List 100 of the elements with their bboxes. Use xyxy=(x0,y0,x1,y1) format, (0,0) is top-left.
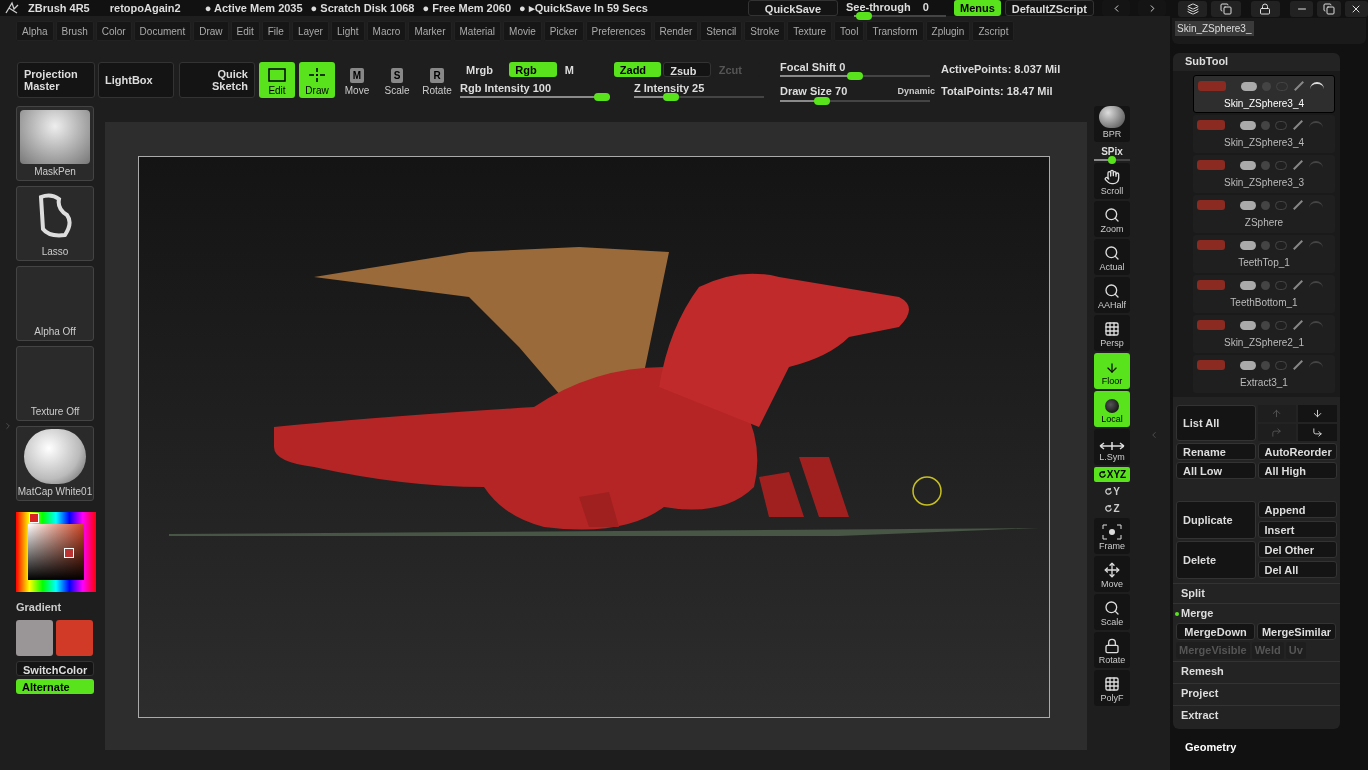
palette-tile[interactable]: Lasso xyxy=(16,186,94,261)
solo-toggle-icon[interactable] xyxy=(1261,200,1270,210)
palette-tile[interactable]: MaskPen xyxy=(16,106,94,181)
menus-button[interactable]: Menus xyxy=(953,0,1001,16)
merge-section[interactable]: Merge xyxy=(1181,605,1214,622)
menu-item[interactable]: Picker xyxy=(543,21,584,41)
close-button[interactable] xyxy=(1344,1,1368,17)
merge-option-button[interactable]: MergeDown xyxy=(1176,623,1255,640)
menu-item[interactable]: Document xyxy=(133,21,192,41)
polygroup-toggle-icon[interactable] xyxy=(1240,360,1256,370)
del-all-button[interactable]: Del All xyxy=(1257,561,1337,578)
menu-item[interactable]: Color xyxy=(95,21,132,41)
menu-item[interactable]: Stroke xyxy=(744,21,786,41)
mode-button[interactable]: Draw xyxy=(299,62,335,98)
shelf-button[interactable]: BPR xyxy=(1094,106,1130,142)
brush-toggle-icon[interactable] xyxy=(1293,200,1303,210)
color-picker[interactable] xyxy=(16,512,96,592)
rgb-intensity-slider-thumb[interactable] xyxy=(594,93,610,102)
list-all-button[interactable]: List All xyxy=(1176,405,1256,441)
insert-button[interactable]: Insert xyxy=(1257,521,1337,538)
solo-toggle-icon[interactable] xyxy=(1261,320,1270,330)
all-high-button[interactable]: All High xyxy=(1257,462,1337,479)
brush-toggle-icon[interactable] xyxy=(1293,280,1303,290)
color-mode-button[interactable]: M xyxy=(558,61,607,77)
brush-toggle-icon[interactable] xyxy=(1293,120,1303,130)
subtool-item[interactable]: Skin_ZSphere3_3 xyxy=(1193,155,1335,193)
z-intensity-slider-thumb[interactable] xyxy=(662,93,679,102)
brush-toggle-icon[interactable] xyxy=(1293,320,1303,330)
append-button[interactable]: Append xyxy=(1257,501,1337,518)
shelf-button[interactable]: Local xyxy=(1094,391,1130,427)
tool-prev-button[interactable] xyxy=(1178,1,1208,17)
color-mode-button[interactable]: Rgb xyxy=(509,61,557,77)
menu-item[interactable]: Stencil xyxy=(700,21,743,41)
focal-shift-slider-thumb[interactable] xyxy=(847,72,863,80)
polygroup-toggle-icon[interactable] xyxy=(1240,200,1256,210)
polygroup-toggle-icon[interactable] xyxy=(1241,81,1257,91)
polygroup-toggle-icon[interactable] xyxy=(1240,240,1256,250)
subtool-item[interactable]: ZSphere xyxy=(1193,195,1335,233)
alternate-button[interactable]: Alternate xyxy=(16,679,94,694)
menu-item[interactable]: Alpha xyxy=(16,21,54,41)
menu-item[interactable]: Light xyxy=(330,21,365,41)
menu-item[interactable]: Render xyxy=(653,21,699,41)
shelf-button[interactable]: Floor xyxy=(1094,353,1130,389)
subtool-section[interactable]: Remesh xyxy=(1173,661,1340,681)
shelf-button[interactable]: Scale xyxy=(1094,594,1130,630)
brush-toggle-icon[interactable] xyxy=(1293,240,1303,250)
subtool-item[interactable]: Skin_ZSphere3_4 xyxy=(1193,115,1335,153)
menu-item[interactable]: Tool xyxy=(834,21,865,41)
geometry-section[interactable]: Geometry xyxy=(1185,739,1237,756)
polygroup-toggle-icon[interactable] xyxy=(1240,320,1256,330)
shelf-button[interactable]: Rotate xyxy=(1094,632,1130,668)
hue-marker[interactable] xyxy=(29,513,39,523)
solo-toggle-icon[interactable] xyxy=(1261,360,1270,370)
menu-item[interactable]: Texture xyxy=(787,21,833,41)
shade-marker[interactable] xyxy=(64,548,74,558)
menu-item[interactable]: Macro xyxy=(366,21,407,41)
shelf-button[interactable]: AAHalf xyxy=(1094,277,1130,313)
palette-tile[interactable]: Alpha Off xyxy=(16,266,94,341)
projection-master-button[interactable]: Projection Master xyxy=(17,62,95,98)
palette-tile[interactable]: Texture Off xyxy=(16,346,94,421)
axis-button[interactable]: XYZ xyxy=(1094,467,1130,482)
color-mode-button[interactable]: Mrgb xyxy=(460,61,508,77)
menu-item[interactable]: Layer xyxy=(291,21,329,41)
depth-mode-button[interactable]: Zsub xyxy=(663,61,711,77)
palette-tile[interactable]: MatCap White01 xyxy=(16,426,94,501)
script-button[interactable]: DefaultZScript xyxy=(1004,0,1094,16)
mode-button[interactable]: M Move xyxy=(339,62,375,98)
solo-toggle-icon[interactable] xyxy=(1261,280,1270,290)
menu-item[interactable]: File xyxy=(261,21,290,41)
solo-toggle-icon[interactable] xyxy=(1261,120,1270,130)
shelf-button[interactable]: Zoom xyxy=(1094,201,1130,237)
axis-button[interactable]: Y xyxy=(1094,484,1130,499)
tool-next-button[interactable] xyxy=(1211,1,1241,17)
brush-toggle-icon[interactable] xyxy=(1294,81,1304,91)
shelf-button[interactable]: L.Sym xyxy=(1094,429,1130,465)
lock-button[interactable] xyxy=(1250,1,1280,17)
split-section[interactable]: Split xyxy=(1173,583,1340,603)
menu-item[interactable]: Movie xyxy=(503,21,542,41)
quick-sketch-button[interactable]: Quick Sketch xyxy=(179,62,255,98)
solo-toggle-icon[interactable] xyxy=(1261,240,1270,250)
subtool-item[interactable]: TeethTop_1 xyxy=(1193,235,1335,273)
delete-button[interactable]: Delete xyxy=(1176,541,1256,579)
gradient-toggle[interactable]: Gradient xyxy=(16,599,94,615)
subtool-section[interactable]: Project xyxy=(1173,683,1340,703)
subtool-item[interactable]: Extract3_1 xyxy=(1193,355,1335,393)
shelf-button[interactable]: Actual xyxy=(1094,239,1130,275)
auto-reorder-button[interactable]: AutoReorder xyxy=(1257,443,1337,460)
duplicate-button[interactable]: Duplicate xyxy=(1176,501,1256,539)
menu-item[interactable]: Preferences xyxy=(585,21,652,41)
brush-toggle-icon[interactable] xyxy=(1293,360,1303,370)
polygroup-toggle-icon[interactable] xyxy=(1240,160,1256,170)
shelf-button[interactable]: Frame xyxy=(1094,518,1130,554)
switch-color-button[interactable]: SwitchColor xyxy=(16,661,94,676)
subtool-item[interactable]: Skin_ZSphere3_4 xyxy=(1193,75,1335,113)
menu-item[interactable]: Edit xyxy=(230,21,260,41)
shelf-button[interactable]: Move xyxy=(1094,556,1130,592)
restore-button[interactable] xyxy=(1317,1,1341,17)
del-other-button[interactable]: Del Other xyxy=(1257,541,1337,558)
color-swatch[interactable] xyxy=(56,620,93,656)
mode-button[interactable]: Edit xyxy=(259,62,295,98)
